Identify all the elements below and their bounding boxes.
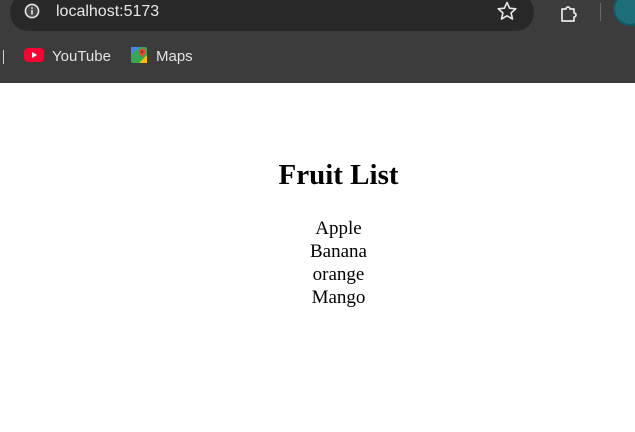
extensions-puzzle-icon[interactable] bbox=[557, 1, 581, 25]
list-item: Apple bbox=[315, 218, 362, 239]
bookmark-label: Maps bbox=[156, 48, 193, 65]
page-content: Fruit List Apple Banana orange Mango bbox=[0, 83, 635, 432]
bookmarks-bar: YouTube Maps bbox=[0, 38, 635, 76]
youtube-icon bbox=[24, 47, 44, 67]
bookmarks-separator bbox=[3, 50, 4, 64]
fruit-list: Apple Banana orange Mango bbox=[0, 217, 635, 309]
toolbar-divider bbox=[600, 3, 601, 21]
list-item: Mango bbox=[311, 287, 366, 308]
site-info-icon[interactable] bbox=[24, 3, 40, 19]
browser-toolbar: localhost:5173 bbox=[0, 0, 635, 31]
list-item: Banana bbox=[310, 241, 367, 262]
bookmark-maps[interactable]: Maps bbox=[130, 46, 193, 69]
maps-icon bbox=[130, 46, 148, 69]
profile-avatar[interactable] bbox=[613, 0, 635, 26]
bookmark-star-icon[interactable] bbox=[496, 0, 518, 22]
url-text[interactable]: localhost:5173 bbox=[56, 2, 159, 22]
bookmark-youtube[interactable]: YouTube bbox=[24, 47, 111, 67]
bookmark-label: YouTube bbox=[52, 48, 111, 65]
list-item: orange bbox=[312, 264, 365, 285]
address-bar[interactable]: localhost:5173 bbox=[10, 0, 534, 31]
browser-chrome: localhost:5173 YouTube Maps bbox=[0, 0, 635, 83]
page-title: Fruit List bbox=[278, 159, 399, 191]
